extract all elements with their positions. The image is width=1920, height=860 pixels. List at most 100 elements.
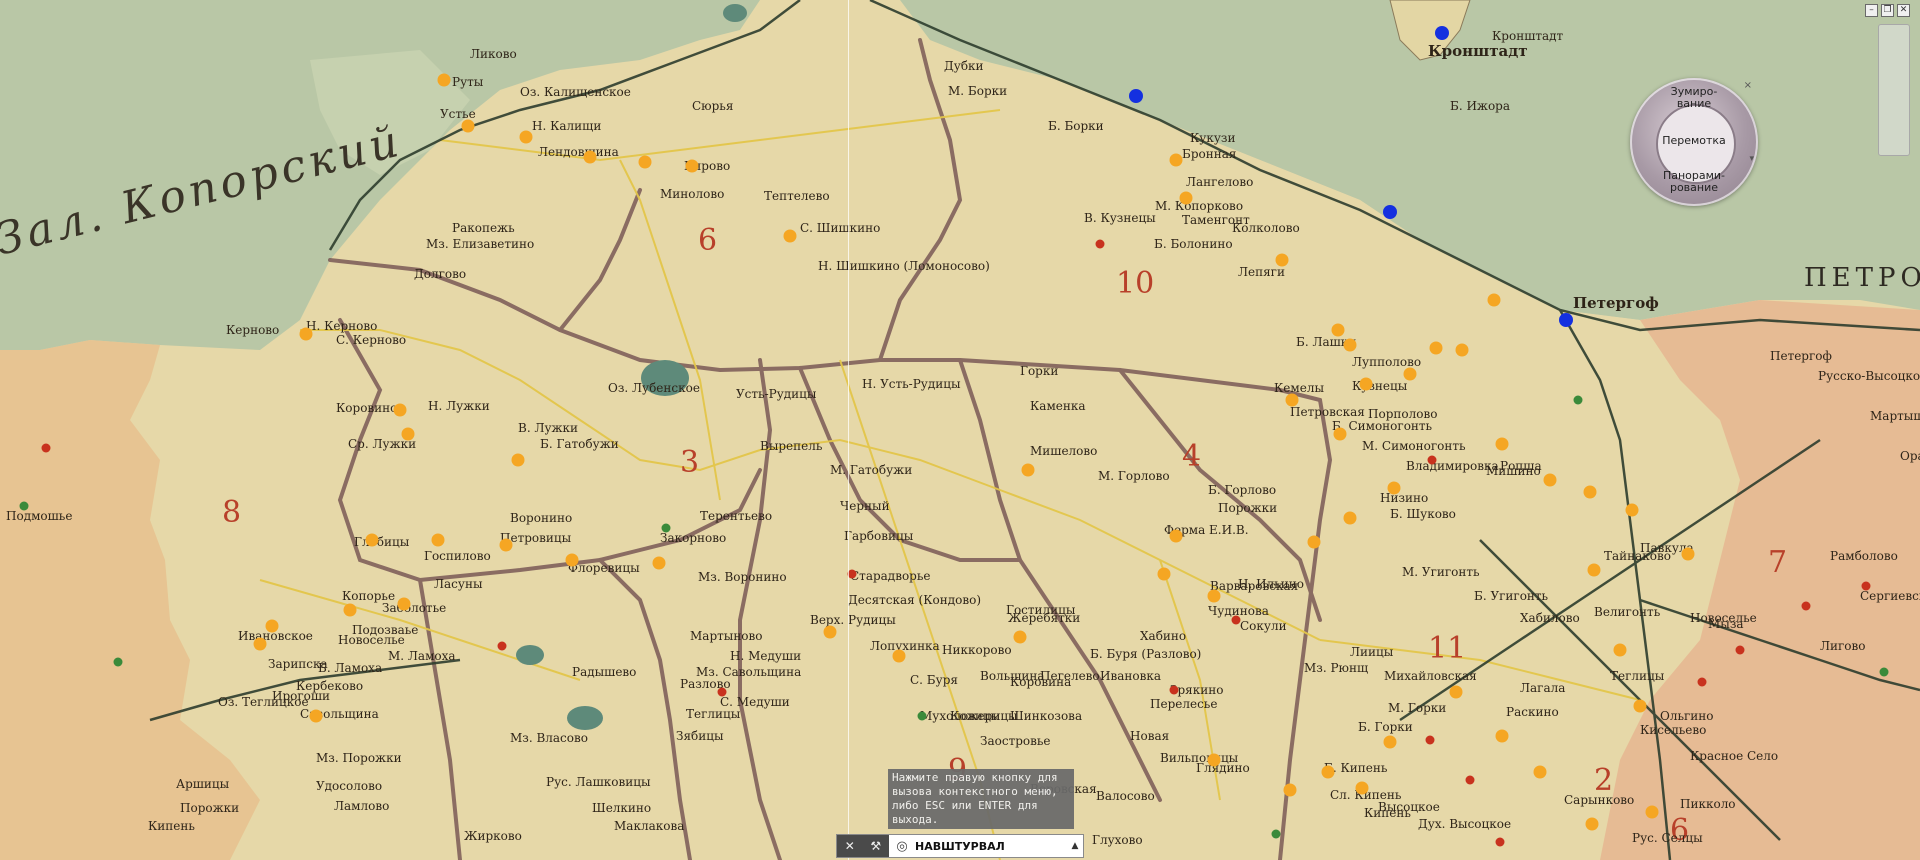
settlement-marker[interactable] — [652, 556, 666, 570]
settlement-marker[interactable] — [1179, 191, 1193, 205]
settlement-marker[interactable] — [583, 150, 597, 164]
restore-button[interactable]: ❐ — [1881, 4, 1894, 17]
settlement-marker[interactable] — [1343, 511, 1357, 525]
station-marker[interactable] — [1383, 205, 1397, 219]
district-number: 8 — [222, 495, 241, 530]
settlement-marker[interactable] — [461, 119, 475, 133]
minimize-button[interactable]: – — [1865, 4, 1878, 17]
village-label: Вольщина — [980, 669, 1045, 683]
settlement-marker[interactable] — [1355, 781, 1369, 795]
settlement-marker[interactable] — [1645, 805, 1659, 819]
settlement-marker[interactable] — [1283, 783, 1297, 797]
village-label: Б. Горки — [1358, 720, 1413, 734]
settlement-marker[interactable] — [1207, 589, 1221, 603]
settlement-marker[interactable] — [401, 427, 415, 441]
settlement-marker[interactable] — [1633, 699, 1647, 713]
station-marker[interactable] — [1435, 26, 1449, 40]
village-label: Кипень — [148, 819, 195, 833]
station-marker[interactable] — [1559, 313, 1573, 327]
village-label: Ораниенбаум — [1900, 449, 1920, 463]
settlement-marker[interactable] — [1013, 630, 1027, 644]
settlement-marker[interactable] — [1169, 529, 1183, 543]
village-label: Велигонть — [1594, 605, 1661, 619]
settlement-marker[interactable] — [1307, 535, 1321, 549]
close-icon[interactable]: × — [1744, 80, 1752, 91]
settlement-marker[interactable] — [783, 229, 797, 243]
village-label: Горки — [1020, 364, 1058, 378]
close-button[interactable]: ✕ — [1897, 4, 1910, 17]
settlement-marker[interactable] — [1207, 753, 1221, 767]
settlement-marker[interactable] — [823, 625, 837, 639]
settlement-marker[interactable] — [1157, 567, 1171, 581]
chevron-down-icon[interactable]: ▾ — [1749, 154, 1754, 164]
settlement-marker[interactable] — [1359, 377, 1373, 391]
settlement-marker[interactable] — [1321, 765, 1335, 779]
settlement-marker[interactable] — [393, 403, 407, 417]
settlement-marker[interactable] — [511, 453, 525, 467]
navigation-wheel[interactable]: Зумиро- вание Перемотка Панорами- ровани… — [1630, 78, 1758, 206]
vertical-scrollbar[interactable] — [1878, 24, 1910, 156]
settlement-marker[interactable] — [1275, 253, 1289, 267]
settlement-marker[interactable] — [437, 73, 451, 87]
settlement-marker[interactable] — [1587, 563, 1601, 577]
settlement-marker[interactable] — [1333, 427, 1347, 441]
settlement-marker[interactable] — [1387, 481, 1401, 495]
village-label: Рус. Лашковицы — [546, 775, 651, 789]
settlement-marker[interactable] — [397, 597, 411, 611]
settlement-marker[interactable] — [1495, 437, 1509, 451]
village-label: Б. Борки — [1048, 119, 1104, 133]
settlement-marker[interactable] — [685, 159, 699, 173]
settlement-marker[interactable] — [1543, 473, 1557, 487]
rewind-segment[interactable]: Перемотка — [1630, 135, 1758, 147]
settlement-marker[interactable] — [1285, 393, 1299, 407]
wrench-icon[interactable]: ⚒ — [870, 839, 881, 853]
settlement-marker[interactable] — [1487, 293, 1501, 307]
settlement-marker[interactable] — [1343, 338, 1357, 352]
settlement-marker[interactable] — [265, 619, 279, 633]
village-label: Порожки — [180, 801, 239, 815]
settlement-marker[interactable] — [365, 533, 379, 547]
settlement-marker[interactable] — [1681, 547, 1695, 561]
zoom-segment[interactable]: Зумиро- вание — [1630, 86, 1758, 110]
settlement-marker[interactable] — [299, 327, 313, 341]
settlement-marker[interactable] — [1449, 685, 1463, 699]
settlement-marker[interactable] — [499, 538, 513, 552]
village-label: Ольгино — [1660, 709, 1714, 723]
settlement-marker[interactable] — [1331, 323, 1345, 337]
village-label: Порожки — [1218, 501, 1277, 515]
chevron-up-icon[interactable]: ▲ — [1067, 841, 1083, 851]
station-marker[interactable] — [1129, 89, 1143, 103]
settlement-marker[interactable] — [1533, 765, 1547, 779]
settlement-marker[interactable] — [638, 155, 652, 169]
settlement-marker[interactable] — [892, 649, 906, 663]
village-label: С. Керново — [336, 333, 406, 347]
pan-segment[interactable]: Панорами- рование — [1630, 170, 1758, 194]
village-label: Б. Буря (Разлово) — [1090, 647, 1201, 661]
navwheel-statusbar: ✕ ⚒ ◎ НАВШТУРВАЛ ▲ — [836, 834, 1084, 858]
settlement-marker[interactable] — [343, 603, 357, 617]
navwheel-icon[interactable]: ◎ — [889, 839, 915, 854]
close-icon[interactable]: ✕ — [845, 839, 855, 853]
settlement-marker[interactable] — [1585, 817, 1599, 831]
settlement-marker[interactable] — [1169, 153, 1183, 167]
settlement-marker[interactable] — [519, 130, 533, 144]
village-label: Оз. Калищенское — [520, 85, 631, 99]
settlement-marker[interactable] — [1429, 341, 1443, 355]
village-label: Рамболово — [1830, 549, 1898, 563]
settlement-marker[interactable] — [309, 709, 323, 723]
settlement-marker[interactable] — [1383, 735, 1397, 749]
red-point-marker — [1801, 601, 1811, 611]
settlement-marker[interactable] — [1495, 729, 1509, 743]
settlement-marker[interactable] — [431, 533, 445, 547]
navwheel-label: НАВШТУРВАЛ — [915, 839, 1005, 853]
settlement-marker[interactable] — [1021, 463, 1035, 477]
settlement-marker[interactable] — [1625, 503, 1639, 517]
settlement-marker[interactable] — [1403, 367, 1417, 381]
city-label-petergof: Петергоф — [1573, 294, 1659, 312]
settlement-marker[interactable] — [1455, 343, 1469, 357]
settlement-marker[interactable] — [1583, 485, 1597, 499]
settlement-marker[interactable] — [1613, 643, 1627, 657]
district-number: 11 — [1428, 631, 1466, 666]
settlement-marker[interactable] — [565, 553, 579, 567]
settlement-marker[interactable] — [253, 637, 267, 651]
